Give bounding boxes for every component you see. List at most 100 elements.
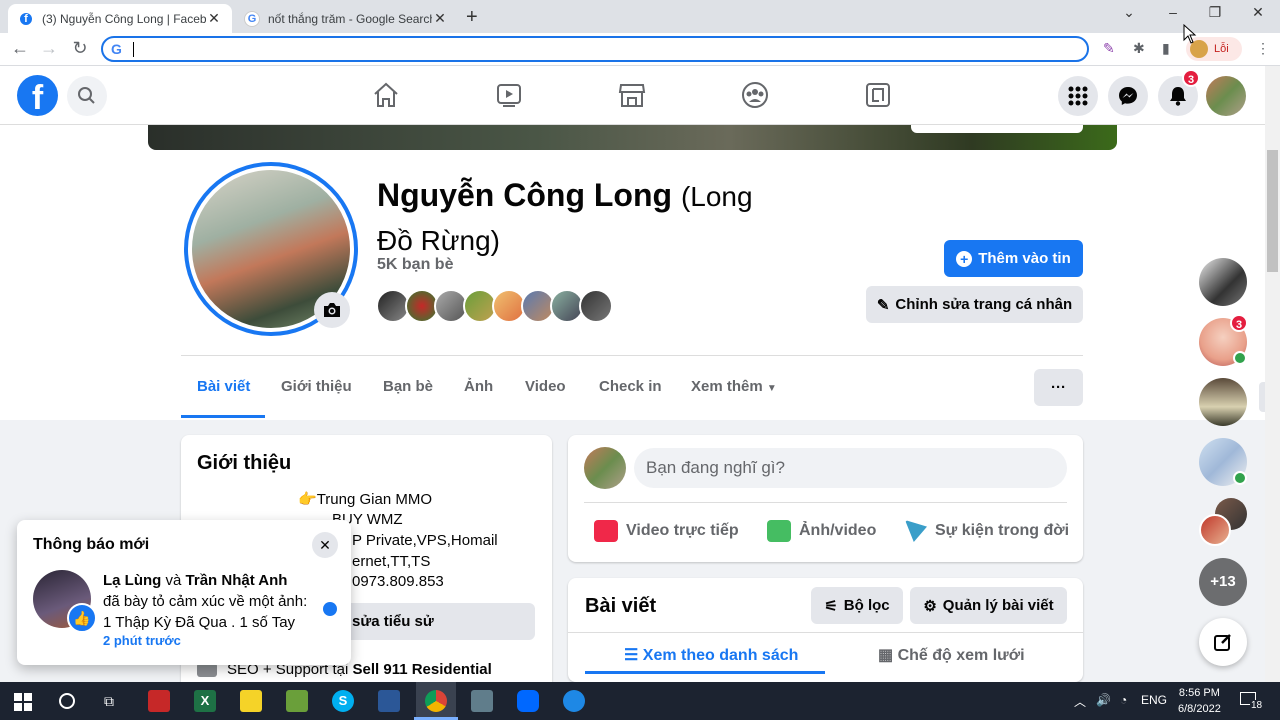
show-hidden-icons[interactable]: ︿ (1074, 693, 1086, 710)
zalo-icon[interactable] (517, 690, 539, 712)
manage-posts-button[interactable]: ⚙ Quản lý bài viết (910, 587, 1067, 624)
tab-posts[interactable]: Bài viết (197, 378, 250, 395)
tab-about[interactable]: Giới thiệu (281, 378, 352, 395)
posts-divider (568, 632, 1083, 633)
address-bar[interactable]: G (101, 36, 1089, 62)
search-button[interactable] (67, 76, 107, 116)
intro-title: Giới thiệu (197, 452, 292, 474)
edit-cover-button[interactable] (911, 125, 1083, 133)
teamviewer-icon[interactable] (563, 690, 585, 712)
friend-avatar[interactable] (579, 289, 613, 323)
edit-profile-button[interactable]: ✎ Chỉnh sửa trang cá nhân (866, 286, 1083, 323)
close-window-icon[interactable]: ✕ (1243, 4, 1273, 21)
tab-friends[interactable]: Bạn bè (383, 378, 433, 395)
update-avatar-button[interactable] (314, 292, 350, 328)
toast-title: Thông báo mới (33, 536, 150, 553)
account-avatar[interactable] (1206, 76, 1246, 116)
filter-button[interactable]: ⚟ Bộ lọc (811, 587, 903, 624)
new-tab-icon[interactable]: + (466, 6, 478, 29)
tab-videos[interactable]: Video (525, 378, 566, 395)
chat-group-head[interactable] (1199, 498, 1247, 546)
menu-button[interactable] (1058, 76, 1098, 116)
toast-user: Lạ Lùng (103, 572, 162, 589)
extensions-icon[interactable]: ✱ (1133, 40, 1145, 57)
search-icon[interactable] (59, 693, 75, 709)
camera-icon (324, 303, 340, 317)
browser-tab-facebook[interactable]: f (3) Nguyễn Công Long | Faceboo ✕ (8, 4, 232, 33)
photo-video-button[interactable]: Ảnh/video (767, 520, 876, 542)
restore-icon[interactable]: ❐ (1200, 4, 1230, 21)
briefcase-icon (197, 663, 217, 678)
flag-icon (905, 520, 927, 542)
tab-photos[interactable]: Ảnh (464, 378, 493, 395)
list-view-label: Xem theo danh sách (642, 647, 799, 664)
chat-head[interactable] (1199, 378, 1247, 426)
list-view-tab[interactable]: ☰ Xem theo danh sách (624, 645, 798, 665)
chat-head[interactable] (1199, 258, 1247, 306)
profile-name-text: Nguyễn Công Long (377, 177, 673, 213)
close-tab-icon[interactable]: ✕ (206, 10, 222, 27)
watch-icon[interactable] (494, 80, 524, 110)
remote-desktop-icon[interactable] (378, 690, 400, 712)
notepad-icon[interactable] (286, 690, 308, 712)
action-center-icon[interactable]: 18 (1240, 690, 1264, 712)
app-icon[interactable] (148, 690, 170, 712)
clock[interactable]: 8:56 PM 6/8/2022 (1178, 685, 1221, 717)
side-panel-icon[interactable]: ▮ (1162, 40, 1170, 57)
edit-bio-button[interactable]: sửa tiểu sử (334, 603, 535, 640)
composer-avatar[interactable] (584, 447, 626, 489)
toast-text: đã bày tỏ cảm xúc về một ảnh: 1 Thập Kỳ … (103, 593, 308, 631)
grid-view-tab[interactable]: ▦ Chế độ xem lưới (878, 645, 1025, 665)
google-icon: G (111, 41, 122, 57)
active-tab-indicator (181, 415, 265, 418)
new-message-button[interactable] (1199, 618, 1247, 666)
scrollbar-thumb[interactable] (1267, 150, 1278, 272)
toast-conj: và (165, 572, 182, 589)
live-video-button[interactable]: Video trực tiếp (594, 520, 739, 542)
groups-icon[interactable] (740, 80, 770, 110)
close-toast-icon[interactable]: ✕ (312, 532, 338, 558)
forward-icon[interactable]: → (38, 38, 60, 59)
marketplace-icon[interactable] (617, 80, 647, 110)
facebook-logo-icon[interactable]: f (17, 75, 58, 117)
tab-search-icon[interactable]: ⌄ (1114, 4, 1144, 21)
messenger-button[interactable] (1108, 76, 1148, 116)
tab-checkins[interactable]: Check in (599, 378, 662, 395)
volume-icon[interactable]: 🔊 (1096, 693, 1111, 707)
edit-bio-label: sửa tiểu sử (352, 613, 434, 630)
more-options-button[interactable]: ··· (1034, 369, 1083, 406)
tab-more[interactable]: Xem thêm ▼ (691, 378, 777, 395)
online-indicator (1233, 351, 1247, 365)
close-tab-icon[interactable]: ✕ (432, 10, 448, 27)
pointing-hand-icon: 👉 (298, 491, 317, 508)
calculator-icon[interactable] (471, 690, 493, 712)
pencil-icon: ✎ (876, 296, 890, 314)
friend-count[interactable]: 5K bạn bè (377, 256, 453, 274)
sticky-notes-icon[interactable] (240, 690, 262, 712)
minimize-icon[interactable]: – (1158, 4, 1188, 20)
composer-input[interactable]: Bạn đang nghĩ gì? (634, 448, 1067, 488)
network-icon[interactable]: ◔ (1120, 693, 1127, 707)
edit-profile-label: Chỉnh sửa trang cá nhân (895, 296, 1073, 313)
add-to-story-button[interactable]: + Thêm vào tin (944, 240, 1083, 277)
google-favicon-icon: G (244, 10, 260, 27)
language-indicator[interactable]: ENG (1141, 693, 1167, 707)
task-view-icon[interactable]: ⧉ (104, 693, 114, 710)
intro-line: P Private,VPS,Homail (352, 532, 498, 549)
reload-icon[interactable]: ↻ (69, 38, 91, 59)
excel-icon[interactable]: X (194, 690, 216, 712)
more-chats-button[interactable]: +13 (1199, 558, 1247, 606)
live-video-icon (594, 520, 618, 542)
menu-dots-icon[interactable]: ⋮ (1256, 40, 1270, 57)
back-icon[interactable]: ← (9, 38, 31, 59)
home-icon[interactable] (371, 80, 401, 110)
composer-divider (584, 502, 1067, 503)
chrome-icon[interactable] (425, 690, 447, 712)
skype-icon[interactable]: S (332, 690, 354, 712)
browser-tab-google[interactable]: G nốt thắng trăm - Google Search ✕ (234, 4, 458, 33)
action-center-count: 18 (1250, 700, 1264, 711)
gaming-icon[interactable] (863, 80, 893, 110)
life-event-button[interactable]: Sự kiện trong đời (905, 520, 1069, 542)
windows-start-icon[interactable] (14, 693, 32, 711)
pen-extension-icon[interactable]: ✎ (1103, 40, 1115, 57)
